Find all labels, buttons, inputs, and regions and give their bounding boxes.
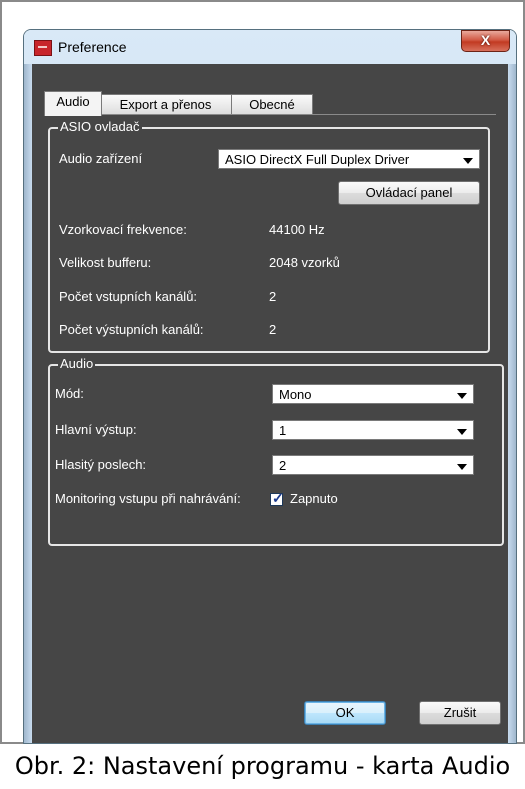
tab-general[interactable]: Obecné	[231, 94, 313, 115]
tab-audio[interactable]: Audio	[44, 91, 102, 116]
mode-select[interactable]: Mono	[272, 384, 474, 404]
sample-rate-label: Vzorkovací frekvence:	[59, 222, 187, 237]
control-panel-button[interactable]: Ovládací panel	[338, 181, 480, 205]
audio-device-value: ASIO DirectX Full Duplex Driver	[225, 152, 410, 167]
loud-monitor-label: Hlasitý poslech:	[55, 457, 147, 472]
checkmark-icon: ✓	[272, 490, 284, 506]
main-output-value: 1	[279, 423, 287, 438]
buffer-size-value: 2048 vzorků	[269, 255, 340, 270]
chevron-down-icon	[457, 393, 467, 399]
sample-rate-value: 44100 Hz	[269, 222, 325, 237]
chevron-down-icon	[463, 158, 473, 164]
tab-export[interactable]: Export a přenos	[99, 94, 232, 115]
audio-group: Audio Mód: Mono Hlavní výstup: 1 Hlasitý…	[48, 356, 504, 546]
window-border-left	[24, 64, 32, 743]
chevron-down-icon	[457, 429, 467, 435]
input-monitoring-checkbox-label[interactable]: Zapnuto	[290, 491, 338, 506]
close-button[interactable]: X	[461, 30, 510, 52]
audio-group-legend: Audio	[58, 356, 96, 371]
dialog-client-area: Audio Export a přenos Obecné ASIO ovlada…	[32, 64, 508, 743]
window-title: Preference	[58, 39, 127, 55]
cancel-button[interactable]: Zrušit	[419, 701, 501, 725]
output-channels-value: 2	[269, 322, 277, 337]
asio-group: ASIO ovladač Audio zařízení ASIO DirectX…	[48, 119, 490, 353]
input-monitoring-label: Monitoring vstupu při nahrávání:	[55, 491, 241, 506]
preferences-dialog: Preference X Audio Export a přenos Obecn…	[24, 30, 516, 743]
asio-group-legend: ASIO ovladač	[58, 119, 142, 134]
input-channels-value: 2	[269, 289, 277, 304]
input-monitoring-checkbox[interactable]: ✓	[270, 490, 284, 506]
app-icon	[34, 40, 52, 56]
mode-value: Mono	[279, 387, 312, 402]
audio-device-select[interactable]: ASIO DirectX Full Duplex Driver	[218, 149, 480, 169]
main-output-select[interactable]: 1	[272, 420, 474, 440]
title-bar[interactable]: Preference X	[24, 30, 516, 62]
window-border-right	[508, 64, 516, 743]
screenshot-frame: Preference X Audio Export a přenos Obecn…	[0, 0, 525, 744]
ok-button[interactable]: OK	[304, 701, 386, 725]
input-channels-label: Počet vstupních kanálů:	[59, 289, 198, 304]
audio-device-label: Audio zařízení	[59, 151, 143, 166]
main-output-label: Hlavní výstup:	[55, 422, 137, 437]
buffer-size-label: Velikost bufferu:	[59, 255, 152, 270]
mode-label: Mód:	[55, 386, 84, 401]
output-channels-label: Počet výstupních kanálů:	[59, 322, 204, 337]
figure-caption: Obr. 2: Nastavení programu - karta Audio	[14, 752, 511, 780]
tab-panel-border	[44, 114, 496, 115]
loud-monitor-value: 2	[279, 458, 287, 473]
chevron-down-icon	[457, 464, 467, 470]
loud-monitor-select[interactable]: 2	[272, 455, 474, 475]
